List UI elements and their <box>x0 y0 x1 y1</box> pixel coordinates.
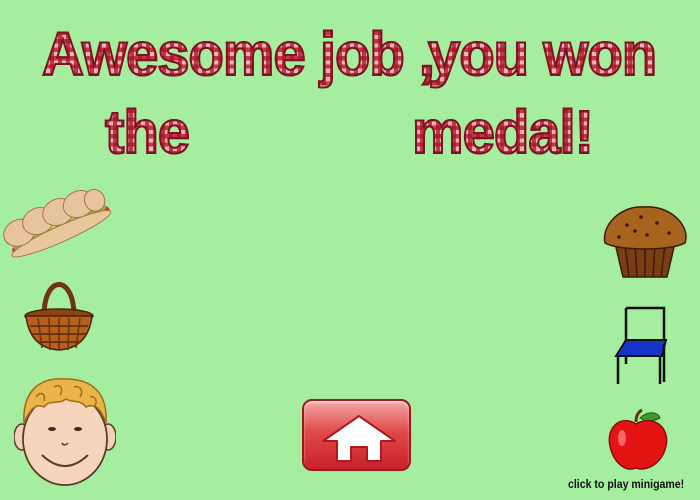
apple-icon[interactable] <box>606 408 670 479</box>
title-line1-part2: you won <box>427 20 658 89</box>
home-icon <box>322 415 396 462</box>
boy-face-icon[interactable] <box>13 377 117 494</box>
sandwich-icon[interactable] <box>2 186 116 269</box>
basket-icon[interactable] <box>22 276 96 359</box>
title-line1-part1: Awesome job , <box>41 20 436 89</box>
title-line2-part1: the <box>104 98 191 167</box>
muffin-icon[interactable] <box>601 205 689 284</box>
minigame-caption[interactable]: click to play minigame! <box>568 477 684 491</box>
chair-icon[interactable] <box>612 304 670 393</box>
title-line2-part2: medal! <box>411 98 595 167</box>
home-button[interactable] <box>302 399 411 471</box>
